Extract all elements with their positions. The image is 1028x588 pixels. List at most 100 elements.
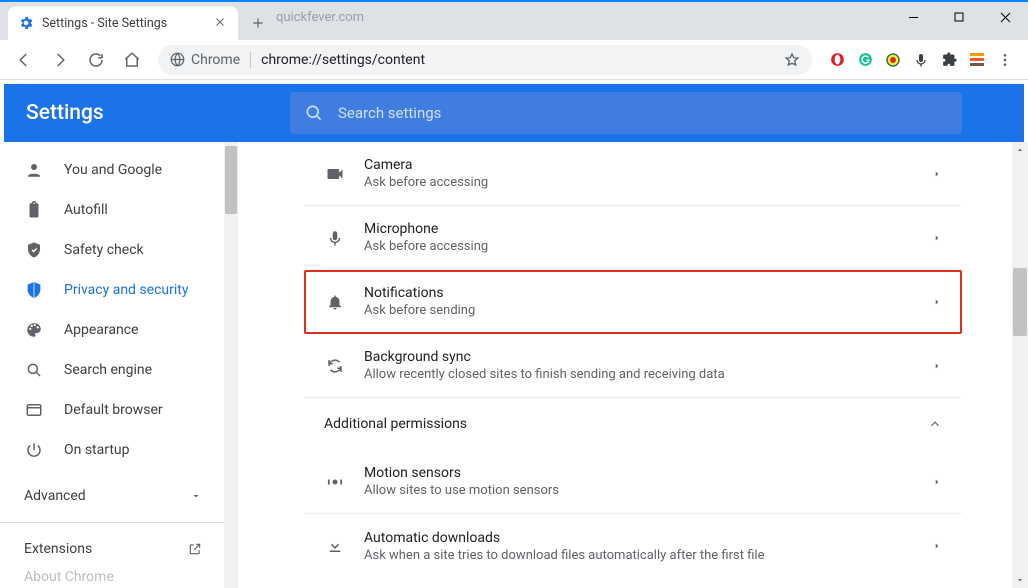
sidebar-item-autofill[interactable]: Autofill <box>0 190 238 230</box>
settings-search[interactable] <box>290 92 962 134</box>
settings-sidebar: You and Google Autofill Safety check Pri… <box>0 142 238 588</box>
shield-icon <box>24 281 44 299</box>
omnibox-url: chrome://settings/content <box>261 52 425 68</box>
permission-row-microphone[interactable]: Microphone Ask before accessing <box>304 206 962 270</box>
chevron-right-icon <box>932 297 942 307</box>
bell-icon <box>324 293 346 311</box>
settings-search-input[interactable] <box>338 104 948 122</box>
sidebar-item-label: Default browser <box>64 402 163 418</box>
sidebar-item-safety[interactable]: Safety check <box>0 230 238 270</box>
window-controls <box>890 2 1028 32</box>
content-scrollbar[interactable] <box>1012 142 1028 588</box>
close-window-button[interactable] <box>982 2 1028 32</box>
address-bar[interactable]: Chrome chrome://settings/content <box>158 45 812 75</box>
settings-content: Camera Ask before accessing Microphone A… <box>238 142 1028 588</box>
permission-row-motion[interactable]: Motion sensors Allow sites to use motion… <box>304 450 962 514</box>
reload-button[interactable] <box>80 44 112 76</box>
ghost-tab-url: quickfever.com <box>276 10 364 25</box>
sidebar-item-label: Privacy and security <box>64 282 188 298</box>
sidebar-item-label: On startup <box>64 442 130 458</box>
sidebar-item-search[interactable]: Search engine <box>0 350 238 390</box>
site-info-chip[interactable]: Chrome <box>170 52 240 68</box>
permission-subtitle: Ask before accessing <box>364 239 914 254</box>
permission-subtitle: Allow sites to use motion sensors <box>364 483 914 498</box>
browser-toolbar: Chrome chrome://settings/content <box>0 40 1028 80</box>
sidebar-item-you[interactable]: You and Google <box>0 150 238 190</box>
browser-icon <box>24 401 44 419</box>
permission-row-autodl[interactable]: Automatic downloads Ask when a site trie… <box>304 514 962 578</box>
permission-subtitle: Ask before sending <box>364 303 914 318</box>
forward-button[interactable] <box>44 44 76 76</box>
permission-title: Microphone <box>364 221 914 237</box>
chevron-right-icon <box>932 233 942 243</box>
bookmark-star-icon[interactable] <box>784 52 800 68</box>
chrome-menu-icon[interactable] <box>996 51 1014 69</box>
browser-tab-active[interactable]: Settings - Site Settings <box>8 6 238 40</box>
omnibox-divider <box>250 52 251 68</box>
open-external-icon <box>188 542 202 556</box>
settings-gear-icon <box>18 15 34 31</box>
ext-icon-opera[interactable] <box>828 51 846 69</box>
ext-icon-misc[interactable] <box>968 51 986 69</box>
scroll-up-arrow-icon[interactable] <box>1012 142 1028 158</box>
chevron-right-icon <box>932 169 942 179</box>
sidebar-about-label: About Chrome <box>24 569 114 585</box>
sidebar-item-default-browser[interactable]: Default browser <box>0 390 238 430</box>
mic-icon[interactable] <box>912 51 930 69</box>
sidebar-item-label: Safety check <box>64 242 144 258</box>
sidebar-item-label: You and Google <box>64 162 162 178</box>
sidebar-item-startup[interactable]: On startup <box>0 430 238 470</box>
tab-title: Settings - Site Settings <box>42 16 206 31</box>
ext-icon-grammarly[interactable] <box>856 51 874 69</box>
chevron-right-icon <box>932 477 942 487</box>
search-icon <box>304 103 324 123</box>
sidebar-item-label: Search engine <box>64 362 152 378</box>
extensions-puzzle-icon[interactable] <box>940 51 958 69</box>
new-tab-button[interactable] <box>244 9 272 37</box>
permission-row-bgsync[interactable]: Background sync Allow recently closed si… <box>304 334 962 398</box>
chevron-right-icon <box>932 541 942 551</box>
permission-title: Background sync <box>364 349 914 365</box>
settings-title: Settings <box>4 84 284 142</box>
settings-header: Settings <box>4 84 1024 142</box>
chevron-up-icon <box>928 417 942 431</box>
back-button[interactable] <box>8 44 40 76</box>
maximize-button[interactable] <box>936 2 982 32</box>
camera-icon <box>324 164 346 184</box>
permission-title: Motion sensors <box>364 465 914 481</box>
shield-check-icon <box>24 241 44 259</box>
download-icon <box>324 537 346 555</box>
section-title-label: Additional permissions <box>324 416 467 432</box>
sidebar-item-privacy[interactable]: Privacy and security <box>0 270 238 310</box>
permission-title: Automatic downloads <box>364 530 914 546</box>
extension-icons <box>822 51 1020 69</box>
permission-title: Notifications <box>364 285 914 301</box>
ext-icon-idm[interactable] <box>884 51 902 69</box>
sidebar-item-label: Autofill <box>64 202 108 218</box>
permission-title: Camera <box>364 157 914 173</box>
additional-permissions-toggle[interactable]: Additional permissions <box>304 398 962 450</box>
sidebar-extensions-link[interactable]: Extensions <box>0 529 238 569</box>
permission-row-camera[interactable]: Camera Ask before accessing <box>304 142 962 206</box>
sidebar-scrollbar[interactable] <box>224 142 238 588</box>
sidebar-item-appearance[interactable]: Appearance <box>0 310 238 350</box>
permissions-list: Camera Ask before accessing Microphone A… <box>304 142 962 578</box>
permission-row-notifications[interactable]: Notifications Ask before sending <box>304 270 962 334</box>
sidebar-about-link[interactable]: About Chrome <box>0 569 238 588</box>
sidebar-scrollbar-thumb[interactable] <box>225 146 237 214</box>
sidebar-divider <box>0 522 238 523</box>
scroll-down-arrow-icon[interactable] <box>1012 572 1028 588</box>
tab-close-icon[interactable] <box>214 16 228 30</box>
sidebar-extensions-label: Extensions <box>24 541 92 557</box>
content-scrollbar-thumb[interactable] <box>1013 268 1027 336</box>
permission-subtitle: Ask before accessing <box>364 175 914 190</box>
clipboard-icon <box>24 201 44 219</box>
site-info-label: Chrome <box>191 52 240 68</box>
sidebar-advanced-toggle[interactable]: Advanced <box>0 476 238 516</box>
home-button[interactable] <box>116 44 148 76</box>
minimize-button[interactable] <box>890 2 936 32</box>
permission-subtitle: Ask when a site tries to download files … <box>364 548 914 563</box>
power-icon <box>24 441 44 459</box>
chevron-down-icon <box>190 490 202 502</box>
sidebar-advanced-label: Advanced <box>24 488 86 504</box>
